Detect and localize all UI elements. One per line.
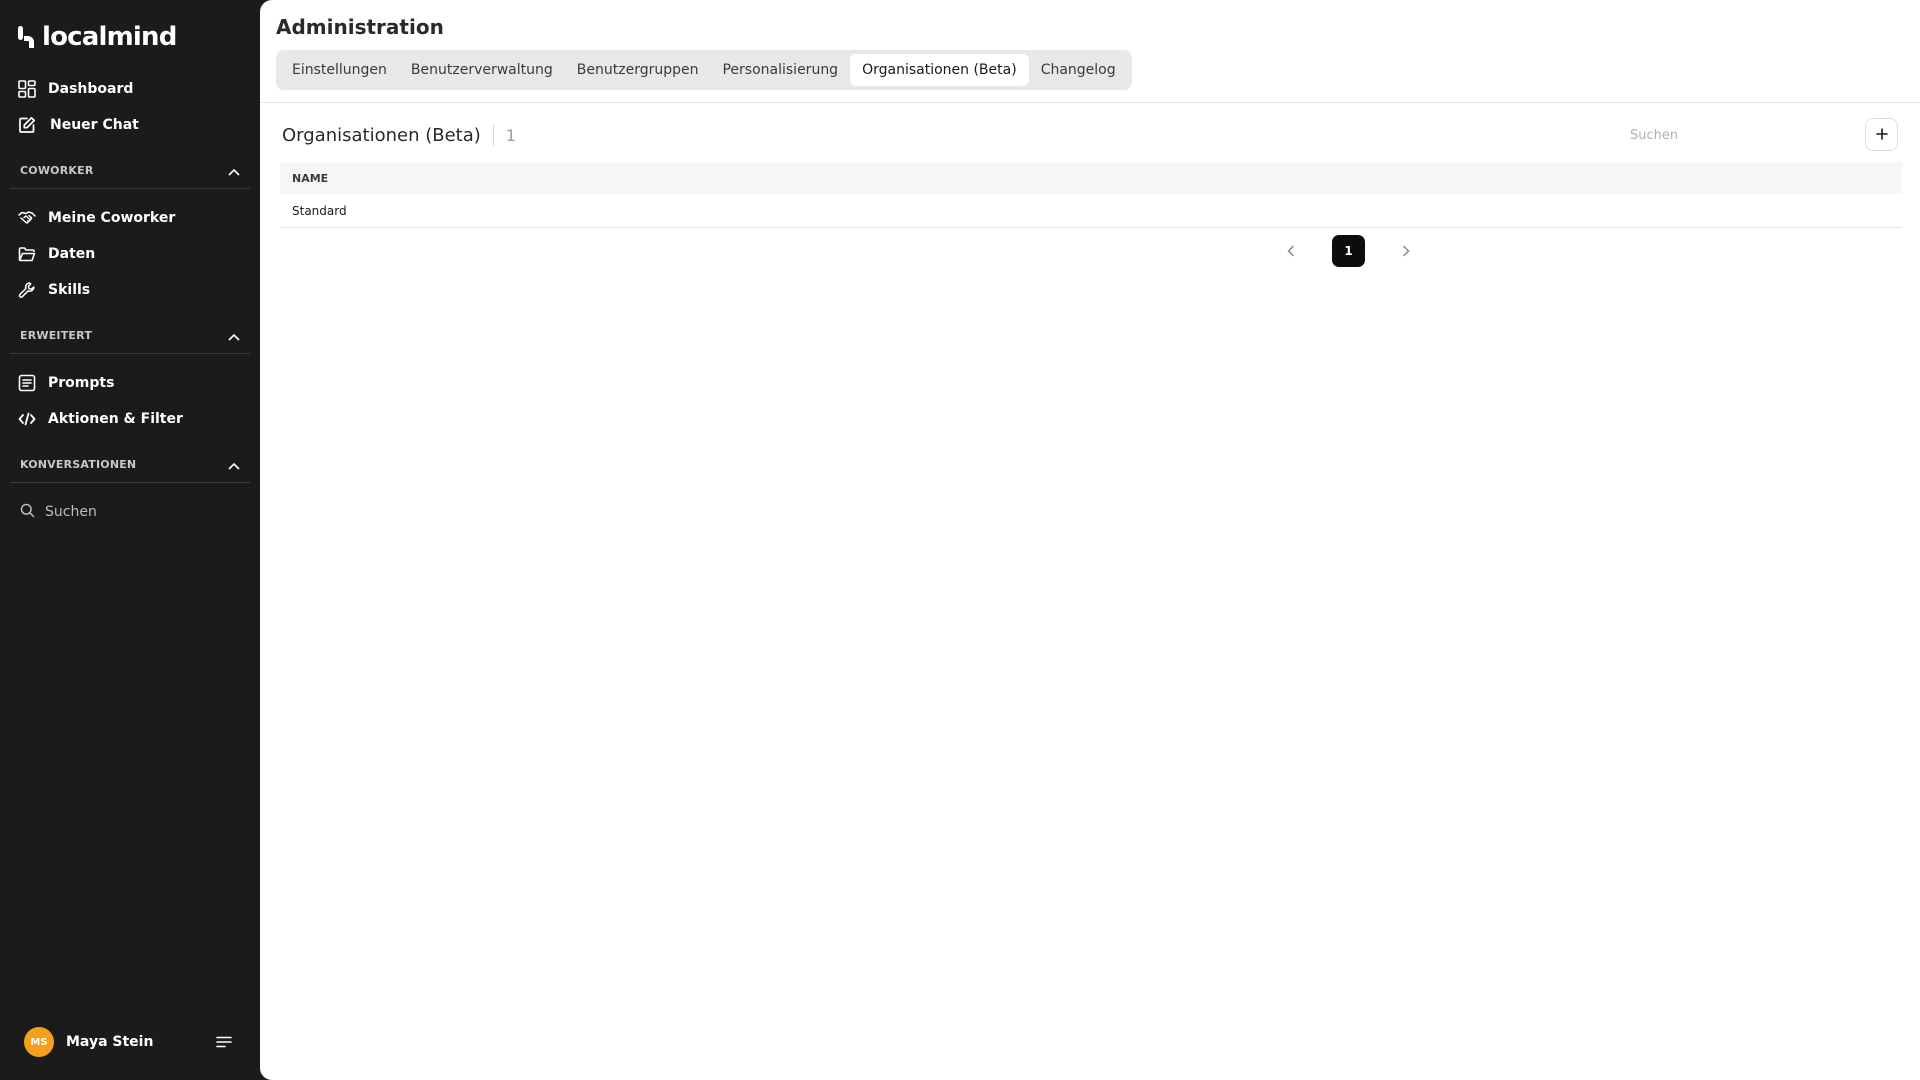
nav-item-label: Meine Coworker	[48, 210, 176, 226]
nav-item-label: Dashboard	[48, 81, 134, 97]
header-divider	[260, 102, 1920, 103]
table-header: NAME	[280, 162, 1902, 194]
main-panel: Administration Einstellungen Benutzerver…	[260, 0, 1920, 1080]
user-profile[interactable]: MS Maya Stein	[24, 1027, 234, 1057]
tab-user-management[interactable]: Benutzerverwaltung	[399, 54, 565, 86]
edit-icon	[18, 116, 36, 134]
sidebar-search-label: Suchen	[45, 504, 97, 520]
tab-personalization[interactable]: Personalisierung	[710, 54, 850, 86]
add-organization-button[interactable]	[1865, 118, 1898, 151]
nav-item-label: Daten	[48, 246, 96, 262]
section-header-coworker[interactable]: COWORKER	[10, 153, 250, 189]
section-label: COWORKER	[20, 164, 94, 177]
column-header-name[interactable]: NAME	[292, 172, 328, 185]
cell-name: Standard	[292, 203, 347, 218]
user-name: Maya Stein	[66, 1034, 154, 1050]
nav-item-label: Skills	[48, 282, 91, 298]
logo-text: localmind	[42, 22, 177, 52]
menu-lines-icon[interactable]	[214, 1032, 234, 1052]
search-icon	[20, 503, 35, 522]
avatar: MS	[24, 1027, 54, 1057]
section-title: Organisationen (Beta)	[282, 124, 481, 146]
nav-item-prompts[interactable]: Prompts	[18, 370, 248, 396]
nav-item-my-coworkers[interactable]: Meine Coworker	[18, 205, 248, 231]
dashboard-grid-icon	[18, 80, 36, 98]
page-number-current[interactable]: 1	[1332, 235, 1365, 267]
item-count: 1	[505, 125, 516, 145]
nav-item-actions-filters[interactable]: Aktionen & Filter	[18, 406, 248, 432]
document-list-icon	[18, 374, 36, 392]
section-header-advanced[interactable]: ERWEITERT	[10, 318, 250, 354]
nav-item-dashboard[interactable]: Dashboard	[18, 76, 248, 102]
plus-icon	[1875, 125, 1888, 144]
nav-item-label: Aktionen & Filter	[48, 411, 183, 427]
pagination: 1	[1280, 235, 1417, 267]
nav-item-new-chat[interactable]: Neuer Chat	[18, 112, 248, 138]
chevron-up-icon	[228, 161, 240, 180]
tab-changelog[interactable]: Changelog	[1029, 54, 1128, 86]
organizations-table: NAME Standard	[280, 162, 1902, 228]
section-title-row: Organisationen (Beta) 1	[282, 122, 516, 148]
code-icon	[18, 410, 36, 428]
tab-settings[interactable]: Einstellungen	[280, 54, 399, 86]
tab-user-groups[interactable]: Benutzergruppen	[565, 54, 711, 86]
nav-item-skills[interactable]: Skills	[18, 277, 248, 303]
section-header-conversations[interactable]: KONVERSATIONEN	[10, 447, 250, 483]
section-label: KONVERSATIONEN	[20, 458, 137, 471]
admin-tabs: Einstellungen Benutzerverwaltung Benutze…	[276, 50, 1132, 90]
folder-icon	[18, 245, 36, 263]
page-title: Administration	[276, 15, 444, 39]
sidebar: localmind Dashboard Neuer Chat COWORKER	[0, 0, 260, 1080]
search-input[interactable]	[1630, 122, 1810, 148]
chevron-right-icon[interactable]	[1395, 240, 1417, 262]
nav-item-data[interactable]: Daten	[18, 241, 248, 267]
logo[interactable]: localmind	[18, 22, 177, 52]
wrench-icon	[18, 281, 36, 299]
nav-item-label: Neuer Chat	[50, 117, 139, 133]
title-separator	[492, 124, 494, 146]
nav-item-label: Prompts	[48, 375, 115, 391]
chevron-up-icon	[228, 455, 240, 474]
logo-mark-icon	[18, 24, 36, 50]
handshake-icon	[18, 209, 36, 227]
chevron-left-icon[interactable]	[1280, 240, 1302, 262]
sidebar-search[interactable]: Suchen	[20, 500, 240, 524]
section-label: ERWEITERT	[20, 329, 93, 342]
chevron-up-icon	[228, 326, 240, 345]
table-row[interactable]: Standard	[280, 194, 1902, 228]
tab-organizations[interactable]: Organisationen (Beta)	[850, 54, 1029, 86]
